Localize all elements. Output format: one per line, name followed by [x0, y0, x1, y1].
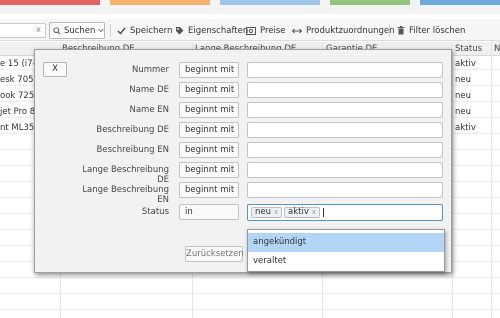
column-divider — [491, 42, 492, 318]
field-label-lange-beschreibung-de: Lange Beschreibung DE — [82, 165, 169, 185]
status-options-dropdown: angekündigt veraltet — [247, 229, 445, 272]
chevron-down-icon — [98, 28, 104, 33]
prices-button[interactable]: Preise — [246, 23, 286, 38]
search-clear-button[interactable]: x — [36, 25, 41, 34]
beschreibung-de-input[interactable] — [247, 122, 443, 138]
text-caret — [323, 208, 324, 217]
save-button[interactable]: Speichern — [117, 23, 172, 38]
row-status: aktiv — [455, 123, 476, 133]
row-name: e 15 (i7-47 — [0, 59, 34, 69]
tag-remove-button[interactable]: x — [274, 208, 278, 217]
row-status: neu — [455, 107, 472, 117]
color-strip-blue — [220, 0, 320, 5]
color-strip-green — [330, 0, 410, 5]
nummer-input[interactable] — [247, 62, 443, 78]
field-label-status: Status — [141, 207, 169, 217]
column-header-n[interactable]: N — [494, 44, 500, 54]
operator-select-name-de[interactable]: beginnt mit — [179, 82, 239, 98]
operator-select-lange-beschreibung-en[interactable]: beginnt mit — [179, 182, 239, 198]
operator-select-name-en[interactable]: beginnt mit — [179, 102, 239, 118]
toolbar-separator — [389, 24, 390, 37]
field-label-lange-beschreibung-en: Lange Beschreibung EN — [82, 185, 169, 205]
magnifier-icon — [53, 26, 61, 35]
color-strip-orange — [110, 0, 210, 5]
row-status: neu — [455, 91, 472, 101]
reset-button[interactable]: Zurücksetzen — [185, 246, 244, 262]
operator-select-lange-beschreibung-de[interactable]: beginnt mit — [179, 162, 239, 178]
tag-icon — [176, 27, 184, 35]
column-divider — [452, 42, 453, 318]
clear-filter-label: Filter löschen — [409, 25, 466, 36]
dropdown-option-angekuendigt[interactable]: angekündigt — [248, 233, 444, 252]
color-strip-dark-blue — [420, 0, 500, 5]
toolbar: x Suchen Speichern Eigenschaften Preise … — [0, 19, 500, 41]
row-status: aktiv — [455, 59, 476, 69]
search-button[interactable]: Suchen — [49, 22, 105, 39]
operator-select-beschreibung-de[interactable]: beginnt mit — [179, 122, 239, 138]
price-icon — [246, 26, 256, 35]
table-row — [0, 281, 500, 294]
search-input[interactable]: x — [0, 23, 46, 38]
field-label-nummer: Nummer — [131, 65, 169, 75]
product-assignments-label: Produktzuordnungen — [306, 25, 395, 36]
save-label: Speichern — [130, 25, 173, 36]
clear-filter-button[interactable]: Filter löschen — [397, 23, 465, 38]
close-button[interactable]: X — [43, 62, 67, 77]
search-button-label: Suchen — [63, 25, 96, 36]
properties-label: Eigenschaften — [188, 25, 249, 36]
beschreibung-en-input[interactable] — [247, 142, 443, 158]
operator-select-beschreibung-en[interactable]: beginnt mit — [179, 142, 239, 158]
field-label-beschreibung-de: Beschreibung DE — [96, 125, 169, 135]
row-name: jet Pro 8 — [0, 107, 34, 117]
tag-remove-button[interactable]: x — [312, 208, 316, 217]
field-label-name-de: Name DE — [129, 85, 169, 95]
name-en-input[interactable] — [247, 102, 443, 118]
lange-beschreibung-de-input[interactable] — [247, 162, 443, 178]
row-status: neu — [455, 75, 472, 85]
toolbar-separator — [110, 24, 111, 37]
status-tag-label: aktiv — [288, 207, 309, 217]
color-strip-red — [0, 0, 100, 5]
status-tag-label: neu — [255, 207, 272, 217]
table-row — [0, 297, 500, 310]
prices-label: Preise — [260, 25, 286, 36]
checkmark-icon — [117, 27, 126, 35]
properties-button[interactable]: Eigenschaften — [175, 23, 248, 38]
column-header-status[interactable]: Status — [455, 44, 482, 54]
row-name: ook 725 ( — [0, 91, 34, 101]
top-bar — [0, 0, 500, 14]
row-name: nt ML350 — [0, 123, 34, 133]
field-label-name-en: Name EN — [129, 105, 169, 115]
status-tag: aktiv x — [284, 207, 321, 218]
status-tag: neu x — [251, 207, 283, 218]
lange-beschreibung-en-input[interactable] — [247, 182, 443, 198]
swap-arrows-icon — [292, 28, 302, 33]
operator-select-nummer[interactable]: beginnt mit — [179, 62, 239, 78]
field-label-beschreibung-en: Beschreibung EN — [96, 145, 169, 155]
trash-icon — [397, 26, 405, 35]
status-tag-input[interactable]: neu x aktiv x — [247, 204, 443, 221]
operator-select-status[interactable]: in — [179, 204, 239, 220]
product-assignments-button[interactable]: Produktzuordnungen — [292, 23, 395, 38]
row-name: esk 705 N — [0, 75, 34, 85]
name-de-input[interactable] — [247, 82, 443, 98]
dropdown-option-veraltet[interactable]: veraltet — [248, 252, 444, 271]
